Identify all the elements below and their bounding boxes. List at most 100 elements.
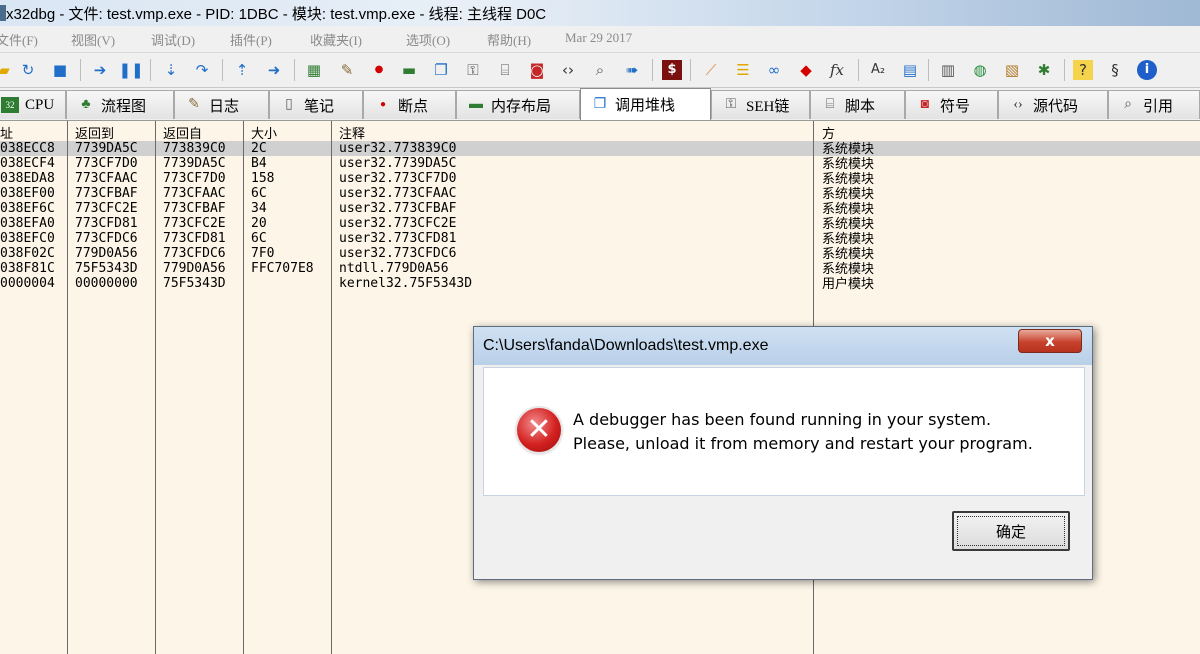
tab-graph[interactable]: ♣ 流程图 [66, 90, 174, 119]
tab-symbols[interactable]: ◙ 符号 [905, 90, 998, 119]
font-icon[interactable]: A₂ [868, 60, 888, 80]
bug-icon[interactable]: ✱ [1034, 60, 1054, 80]
windows-icon[interactable]: ❐ [431, 60, 451, 80]
cpu-icon: 32 [1, 97, 19, 113]
cell-size: 158 [251, 171, 275, 186]
step-into-icon[interactable]: ⇣ [161, 60, 181, 80]
help-icon[interactable]: ? [1073, 60, 1093, 80]
notes-icon: ▯ [285, 97, 293, 112]
toolbar: ▰ ↻ ■ ➔ ❚❚ ⇣ ↷ ⇡ ➜ ▦ ✎ ● ▬ ❐ ⚿ ⌸ ◙ ‹› ⌕ … [0, 53, 1200, 88]
cell-return-to: 773CFC2E [75, 201, 138, 216]
tab-source[interactable]: ‹› 源代码 [998, 90, 1108, 119]
execute-till-return-icon[interactable]: ⇡ [232, 60, 252, 80]
table-row[interactable]: 038EFA0 773CFD81 773CFC2E 20 user32.773CFC2E… [0, 216, 1200, 231]
col-return-to[interactable]: 返回到 [75, 123, 114, 142]
cpu-chip-icon[interactable]: ▦ [304, 60, 324, 80]
menu-favourites[interactable]: 收藏夹(I) [310, 30, 362, 49]
cell-return-to: 773CF7D0 [75, 156, 138, 171]
cell-address: 038EDA8 [0, 171, 55, 186]
ok-button[interactable]: 确定 [952, 511, 1070, 551]
menu-plugins[interactable]: 插件(P) [230, 30, 272, 49]
cell-address: 038F02C [0, 246, 55, 261]
table-row[interactable]: 038EF6C 773CFC2E 773CFBAF 34 user32.773CFBAF… [0, 201, 1200, 216]
col-size[interactable]: 大小 [251, 123, 277, 142]
col-return-from[interactable]: 返回自 [163, 123, 202, 142]
tab-label: 源代码 [1033, 98, 1079, 115]
table-row[interactable]: 038ECC8 7739DA5C 773839C0 2C user32.773839C0… [0, 141, 1200, 156]
col-comment[interactable]: 注释 [339, 123, 365, 142]
tab-label: 脚本 [845, 98, 876, 115]
table-row[interactable]: 038ECF4 773CF7D0 7739DA5C B4 user32.7739DA5C… [0, 156, 1200, 171]
col-party[interactable]: 方 [822, 123, 835, 142]
menu-options[interactable]: 选项(O) [406, 30, 450, 49]
pause-icon[interactable]: ❚❚ [118, 60, 143, 80]
info-icon[interactable]: i [1137, 60, 1157, 80]
tab-label: 引用 [1143, 98, 1174, 115]
step-over-icon[interactable]: ↷ [192, 60, 212, 80]
tab-label: 断点 [398, 98, 429, 115]
labels-icon[interactable]: ◆ [796, 60, 816, 80]
cell-party: 系统模块 [822, 141, 875, 156]
table-row[interactable]: 038F02C 779D0A56 773CFDC6 7F0 user32.773CFDC… [0, 246, 1200, 261]
references-icon[interactable]: ◙ [527, 60, 547, 80]
cell-comment: kernel32.75F5343D [339, 276, 473, 291]
calculator-icon[interactable]: ▤ [900, 60, 920, 80]
menu-view[interactable]: 视图(V) [71, 30, 115, 49]
tab-notes[interactable]: ▯ 笔记 [269, 90, 363, 119]
patch-icon[interactable]: $ [662, 60, 682, 80]
cell-comment: user32.773CFC2E [339, 216, 457, 231]
source-icon[interactable]: ⌸ [495, 60, 515, 80]
run-icon[interactable]: ➔ [90, 60, 110, 80]
table-row[interactable]: 038F81C 75F5343D 779D0A56 FFC707E8 ntdll.779… [0, 261, 1200, 276]
open-icon[interactable]: ▰ [0, 60, 14, 80]
comments-icon[interactable]: ☰ [733, 60, 753, 80]
memory-icon[interactable]: ▬ [399, 60, 419, 80]
tab-callstack[interactable]: ❐ 调用堆栈 [580, 88, 711, 120]
handles-icon[interactable]: ⚿ [463, 60, 483, 80]
table-row[interactable]: 038EDA8 773CFAAC 773CF7D0 158 user32.773CF7D… [0, 171, 1200, 186]
cell-return-from: 779D0A56 [163, 261, 226, 276]
tags-icon[interactable]: ‹› [558, 60, 578, 80]
cell-party: 系统模块 [822, 246, 875, 261]
search-icon[interactable]: ⌕ [590, 60, 610, 80]
table-row[interactable]: 038EF00 773CFBAF 773CFAAC 6C user32.773CFAAC… [0, 186, 1200, 201]
tab-breakpoints[interactable]: ● 断点 [363, 90, 456, 119]
globe-icon[interactable]: ◍ [970, 60, 990, 80]
menu-help[interactable]: 帮助(H) [487, 30, 531, 49]
table-row[interactable]: 0000004 00000000 75F5343D kernel32.75F5343D… [0, 276, 1200, 291]
callstack-icon: ❐ [593, 96, 607, 112]
tab-label: 日志 [209, 98, 240, 115]
tab-cpu[interactable]: 32 CPU [0, 90, 66, 119]
links-icon[interactable]: ∞ [764, 60, 784, 80]
tab-references[interactable]: ⌕ 引用 [1108, 90, 1200, 119]
tab-script[interactable]: ⌸ 脚本 [810, 90, 905, 119]
donate-icon[interactable]: § [1105, 60, 1125, 80]
dialog-close-button[interactable]: x [1018, 329, 1082, 353]
window-titlebar: x32dbg - 文件: test.vmp.exe - PID: 1DBC - … [0, 0, 1200, 27]
bandage-icon[interactable]: ⟋ [701, 60, 721, 80]
menu-debug[interactable]: 调试(D) [151, 30, 195, 49]
tab-memory-map[interactable]: ▬ 内存布局 [456, 90, 580, 119]
table-row[interactable]: 038EFC0 773CFDC6 773CFD81 6C user32.773CFD81… [0, 231, 1200, 246]
tab-seh[interactable]: ⚿ SEH链 [711, 90, 810, 119]
functions-icon[interactable]: fx [827, 60, 847, 80]
calculator2-icon[interactable]: ▥ [938, 60, 958, 80]
trace-icon[interactable]: ➠ [622, 60, 642, 80]
col-address[interactable]: 址 [0, 123, 13, 142]
stop-icon[interactable]: ■ [50, 60, 70, 80]
cell-comment: user32.773839C0 [339, 141, 457, 156]
cell-return-from: 773CFD81 [163, 231, 226, 246]
error-dialog: C:\Users\fanda\Downloads\test.vmp.exe x … [473, 326, 1093, 580]
breakpoint-icon[interactable]: ● [369, 60, 389, 80]
cell-party: 系统模块 [822, 156, 875, 171]
book-icon[interactable]: ▧ [1002, 60, 1022, 80]
build-date: Mar 29 2017 [565, 30, 633, 45]
references-tab-icon: ⌕ [1124, 97, 1132, 112]
run-to-user-code-icon[interactable]: ➜ [264, 60, 284, 80]
cell-size: FFC707E8 [251, 261, 314, 276]
menu-file[interactable]: 文件(F) [0, 30, 38, 49]
restart-icon[interactable]: ↻ [18, 60, 38, 80]
tab-log[interactable]: ✎ 日志 [174, 90, 269, 119]
script-icon[interactable]: ✎ [337, 60, 357, 80]
cell-return-from: 7739DA5C [163, 156, 226, 171]
